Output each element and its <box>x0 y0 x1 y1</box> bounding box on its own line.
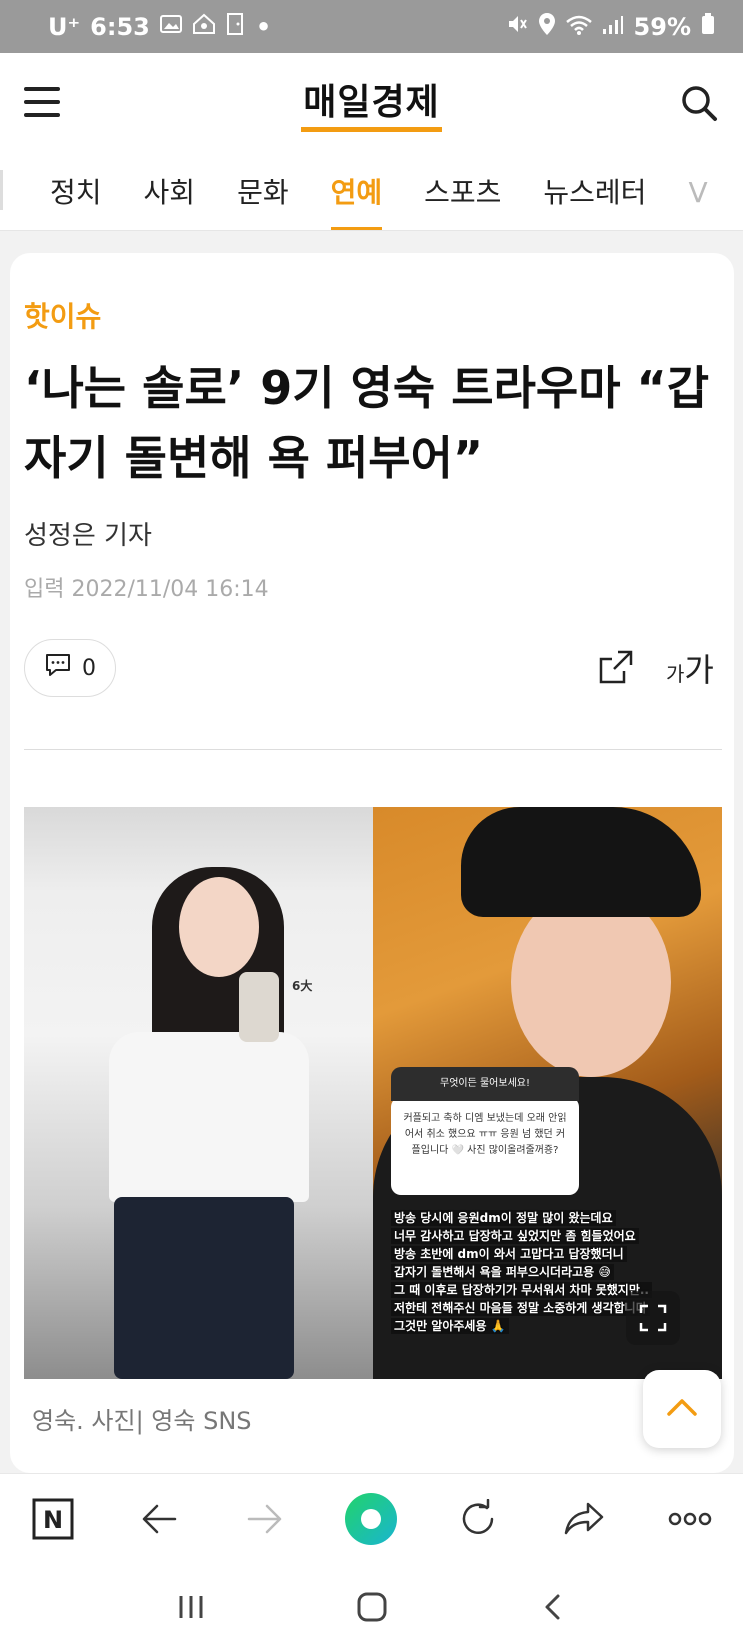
story-question-box: 무엇이든 물어보세요! 커플되고 축하 디엠 보냈는데 오래 안읽어서 취소 했… <box>391 1067 579 1195</box>
font-size-large: 가 <box>684 651 714 689</box>
tab-society[interactable]: 사회 <box>144 153 196 230</box>
mute-icon <box>506 13 528 41</box>
scroll-top-button[interactable] <box>643 1370 721 1448</box>
font-size-small: 가 <box>666 662 685 686</box>
naver-n-label: N <box>43 1506 63 1534</box>
logo-text: 매일경제 <box>301 73 442 132</box>
image-icon <box>159 14 182 39</box>
door-icon <box>226 12 246 41</box>
image-caption: 영숙. 사진| 영숙 SNS <box>32 1407 252 1435</box>
carrier-label: U⁺ <box>48 12 81 41</box>
article-photo[interactable]: 6大 무엇이든 물어보세요! 커플되고 축하 디엠 보냈는데 오래 안읽어서 취… <box>24 807 722 1379</box>
share-arrow-icon[interactable] <box>556 1491 612 1547</box>
system-back-icon[interactable] <box>533 1587 573 1627</box>
article-byline[interactable]: 성정은 기자 <box>24 515 152 552</box>
photo-left-panel: 6大 <box>24 807 373 1379</box>
status-bar: U⁺ 6:53 • 59% <box>0 0 743 53</box>
font-size-button[interactable]: 가가 <box>666 645 714 691</box>
more-icon[interactable] <box>662 1491 718 1547</box>
article-kicker[interactable]: 핫이슈 <box>24 295 101 335</box>
battery-icon <box>701 12 715 41</box>
share-icon[interactable] <box>596 647 636 687</box>
article-title: ‘나는 솔로’ 9기 영숙 트라우마 “갑자기 돌변해 욕 퍼부어” <box>24 361 710 485</box>
tab-culture[interactable]: 문화 <box>237 153 289 230</box>
category-nav: 정치 사회 문화 연예 스포츠 뉴스레터 V <box>0 153 743 231</box>
refresh-icon[interactable] <box>450 1491 506 1547</box>
home-icon <box>192 13 216 40</box>
browser-toolbar: N <box>0 1473 743 1563</box>
search-icon[interactable] <box>679 83 719 123</box>
clock: 6:53 <box>90 12 150 41</box>
expand-icon[interactable] <box>626 1291 680 1345</box>
tab-politics[interactable]: 정치 <box>50 153 102 230</box>
tab-newsletter[interactable]: 뉴스레터 <box>543 153 646 230</box>
naver-n-icon[interactable]: N <box>25 1491 81 1547</box>
story-question-text: 커플되고 축하 디엠 보냈는데 오래 안읽어서 취소 했으요 ㅠㅠ 응원 넘 했… <box>403 1113 567 1156</box>
comment-count: 0 <box>82 655 96 681</box>
forward-arrow-icon[interactable] <box>237 1491 293 1547</box>
site-header: 매일경제 <box>0 53 743 153</box>
chevron-up-icon <box>667 1399 697 1416</box>
status-bar-right: 59% <box>506 12 715 42</box>
comment-icon <box>44 652 72 684</box>
story-question-header: 무엇이든 물어보세요! <box>391 1067 579 1101</box>
system-nav-bar <box>0 1563 743 1651</box>
recent-apps-icon[interactable] <box>171 1587 211 1627</box>
comment-button[interactable]: 0 <box>24 639 116 697</box>
battery-percent: 59% <box>633 12 691 41</box>
back-arrow-icon[interactable] <box>131 1491 187 1547</box>
tab-sports[interactable]: 스포츠 <box>424 153 501 230</box>
wifi-icon <box>565 13 592 41</box>
article-date: 입력 2022/11/04 16:14 <box>24 571 269 603</box>
location-icon <box>538 12 556 42</box>
tab-entertainment[interactable]: 연예 <box>330 153 382 230</box>
site-logo[interactable]: 매일경제 <box>0 73 743 132</box>
tab-video[interactable]: V <box>688 153 707 230</box>
date-value: 2022/11/04 16:14 <box>71 577 269 602</box>
home-button-icon[interactable] <box>352 1587 392 1627</box>
green-dot-icon[interactable] <box>343 1491 399 1547</box>
dot-icon: • <box>255 12 272 41</box>
signal-icon <box>602 13 624 41</box>
status-bar-left: U⁺ 6:53 • <box>48 12 271 41</box>
divider <box>24 749 722 750</box>
photo-sign-text: 6大 <box>292 979 313 993</box>
article-card: 핫이슈 ‘나는 솔로’ 9기 영숙 트라우마 “갑자기 돌변해 욕 퍼부어” 성… <box>10 253 734 1473</box>
nav-scroll-edge <box>0 170 3 210</box>
date-label: 입력 <box>24 577 65 602</box>
